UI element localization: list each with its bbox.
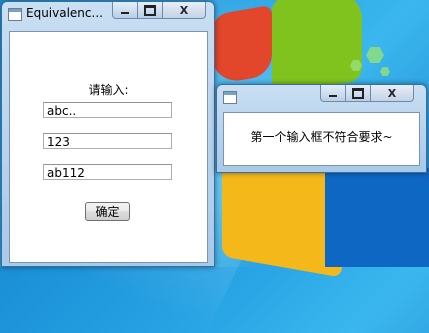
windows-logo-blue-pane: [325, 168, 429, 267]
close-button[interactable]: X: [371, 85, 414, 102]
input-field-1[interactable]: abc..: [43, 102, 172, 118]
main-window-title: Equivalenc...: [26, 6, 103, 20]
minimize-icon: [329, 95, 337, 97]
input-prompt-label: 请输入:: [88, 83, 129, 97]
message-window: X 第一个输入框不符合要求~: [216, 84, 427, 173]
input-field-2[interactable]: 123: [43, 133, 172, 149]
maximize-icon: [144, 4, 156, 16]
wallpaper-hexagon: [380, 67, 390, 76]
close-button[interactable]: X: [163, 2, 206, 19]
minimize-button[interactable]: [320, 85, 346, 102]
app-window-icon: [8, 8, 22, 21]
main-window: Equivalenc... X 请输入: abc.. 123 ab112 确定: [1, 1, 215, 267]
close-icon: X: [179, 3, 189, 17]
close-icon: X: [387, 86, 397, 100]
maximize-icon: [352, 87, 364, 99]
window-controls: X: [112, 2, 206, 20]
validation-message: 第一个输入框不符合要求~: [250, 130, 393, 144]
app-window-icon: [223, 91, 237, 104]
wallpaper-hexagon: [366, 47, 384, 63]
input-field-3[interactable]: ab112: [43, 164, 172, 180]
main-window-client-area: 请输入: abc.. 123 ab112 确定: [9, 31, 208, 263]
message-window-titlebar[interactable]: X: [217, 85, 426, 107]
minimize-icon: [121, 12, 129, 14]
window-controls: X: [320, 85, 414, 103]
main-window-titlebar[interactable]: Equivalenc... X: [2, 2, 214, 24]
maximize-button[interactable]: [346, 85, 371, 102]
confirm-button[interactable]: 确定: [85, 202, 130, 221]
windows-logo-green-pane: [272, 0, 362, 91]
maximize-button[interactable]: [138, 2, 163, 19]
minimize-button[interactable]: [112, 2, 138, 19]
message-window-client-area: 第一个输入框不符合要求~: [223, 112, 420, 166]
